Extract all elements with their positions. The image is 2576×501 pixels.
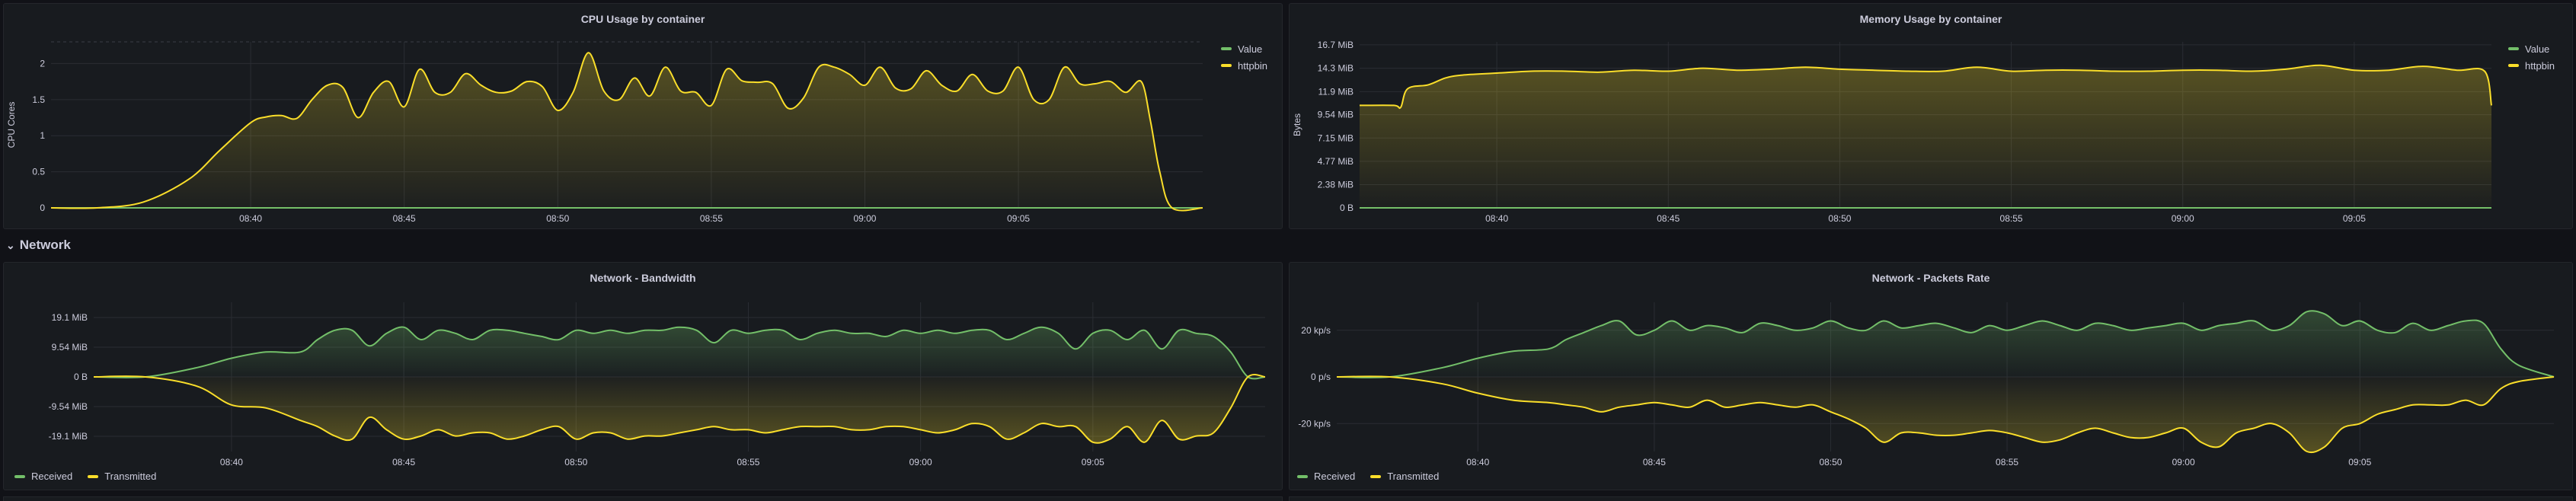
- y-tick-label: 20 kp/s: [1301, 325, 1331, 336]
- memory-usage-panel[interactable]: Memory Usage by container 0 B 2.38 MiB 4.7…: [1289, 3, 2573, 229]
- legend-label: Transmitted: [1387, 471, 1440, 482]
- legend-label: httpbin: [2525, 59, 2555, 72]
- legend-item-received[interactable]: Received: [1297, 471, 1355, 482]
- x-tick-label: 09:05: [2343, 213, 2366, 224]
- y-axis-label: Bytes: [1292, 113, 1302, 136]
- row-header-network[interactable]: ⌄ Network: [6, 238, 71, 253]
- x-tick-label: 09:05: [2348, 457, 2371, 467]
- legend-swatch: [1370, 474, 1382, 478]
- legend-swatch: [14, 474, 25, 478]
- legend-swatch: [1297, 474, 1308, 478]
- series-area-received: [94, 327, 1265, 379]
- legend-swatch: [2508, 47, 2519, 50]
- x-tick-label: 08:45: [392, 457, 415, 467]
- cpu-usage-chart: 0 0.5 1 1.5 2 08:40 08:45 08:50 08:55 09:00 09:05 C…: [6, 41, 1203, 224]
- chart-legend: Received Transmitted: [14, 471, 156, 482]
- x-tick-label: 08:40: [239, 213, 262, 224]
- y-tick-label: 0 B: [1340, 203, 1354, 213]
- x-tick-label: 08:40: [1485, 213, 1508, 224]
- y-tick-label: 16.7 MiB: [1318, 40, 1354, 50]
- series-area-transmitted: [1337, 376, 2554, 453]
- chart-legend: Value httpbin: [2508, 40, 2555, 74]
- legend-item-httpbin[interactable]: httpbin: [2508, 57, 2555, 74]
- legend-item-transmitted[interactable]: Transmitted: [1370, 471, 1439, 482]
- legend-swatch: [1221, 64, 1232, 67]
- y-tick-label: 0 B: [74, 372, 88, 382]
- y-tick-label: 2: [40, 58, 45, 69]
- memory-usage-chart: 0 B 2.38 MiB 4.77 MiB 7.15 MiB 9.54 MiB 11.9 …: [1292, 40, 2492, 224]
- legend-swatch: [88, 474, 99, 478]
- network-bandwidth-panel[interactable]: Network - Bandwidth 19.1 MiB 9.54 MiB 0 B-…: [3, 262, 1283, 490]
- x-tick-label: 08:40: [220, 457, 243, 467]
- x-tick-label: 08:50: [1828, 213, 1851, 224]
- y-tick-label: 4.77 MiB: [1318, 156, 1354, 167]
- y-tick-label: -20 kp/s: [1298, 418, 1331, 429]
- legend-label: httpbin: [1238, 59, 1268, 72]
- y-tick-label: -9.54 MiB: [49, 401, 88, 412]
- y-tick-label: 0 p/s: [1311, 372, 1331, 382]
- x-tick-label: 08:55: [1996, 457, 2018, 467]
- legend-swatch: [2508, 64, 2519, 67]
- legend-label: Value: [2525, 43, 2550, 55]
- y-tick-label: 9.54 MiB: [1318, 110, 1354, 120]
- x-tick-label: 08:40: [1466, 457, 1489, 467]
- series-area-httpbin: [1360, 65, 2491, 209]
- y-axis-label: CPU Cores: [6, 102, 17, 148]
- chevron-down-icon[interactable]: ⌄: [6, 239, 15, 252]
- chart-legend: Value httpbin: [1221, 40, 1267, 74]
- y-tick-label: -19.1 MiB: [49, 431, 88, 442]
- y-tick-label: 11.9 MiB: [1318, 86, 1354, 97]
- chart-legend: Received Transmitted: [1297, 471, 1439, 482]
- x-tick-label: 08:55: [737, 457, 759, 467]
- series-area-received: [1337, 311, 2554, 378]
- x-tick-label: 08:50: [564, 457, 587, 467]
- y-tick-label: 1.5: [32, 94, 45, 105]
- legend-label: Received: [31, 471, 73, 482]
- x-tick-label: 09:00: [853, 213, 876, 224]
- y-tick-label: 0.5: [32, 167, 45, 177]
- x-tick-label: 08:45: [1643, 457, 1666, 467]
- next-row-edge: [0, 493, 2576, 501]
- x-tick-label: 08:55: [2000, 213, 2023, 224]
- x-tick-label: 08:50: [546, 213, 569, 224]
- y-tick-label: 7.15 MiB: [1318, 132, 1354, 143]
- x-tick-label: 09:00: [2172, 213, 2194, 224]
- legend-swatch: [1221, 47, 1232, 50]
- x-tick-label: 08:45: [393, 213, 416, 224]
- y-tick-label: 2.38 MiB: [1318, 179, 1354, 190]
- network-packets-rate-chart: 20 kp/s 0 p/s -20 kp/s 08:40 08:45 08:50 08:55…: [1298, 302, 2555, 467]
- legend-label: Received: [1314, 471, 1356, 482]
- x-tick-label: 09:00: [2172, 457, 2195, 467]
- legend-item-received[interactable]: Received: [14, 471, 72, 482]
- y-tick-label: 14.3 MiB: [1318, 63, 1354, 74]
- legend-item-transmitted[interactable]: Transmitted: [88, 471, 156, 482]
- series-area-httpbin: [51, 53, 1203, 211]
- x-tick-label: 09:05: [1082, 457, 1104, 467]
- network-packets-rate-panel[interactable]: Network - Packets Rate 20 kp/s 0 p/s -20 k…: [1289, 262, 2573, 490]
- legend-label: Value: [1238, 43, 1263, 55]
- legend-item-value[interactable]: Value: [1221, 40, 1267, 57]
- x-tick-label: 08:55: [700, 213, 723, 224]
- x-tick-label: 08:45: [1657, 213, 1680, 224]
- y-tick-label: 19.1 MiB: [52, 312, 88, 323]
- row-title: Network: [19, 238, 71, 252]
- y-tick-label: 0: [40, 203, 45, 213]
- y-tick-label: 1: [40, 130, 45, 141]
- legend-label: Transmitted: [104, 471, 157, 482]
- y-tick-label: 9.54 MiB: [52, 342, 88, 353]
- legend-item-httpbin[interactable]: httpbin: [1221, 57, 1267, 74]
- network-bandwidth-chart: 19.1 MiB 9.54 MiB 0 B -9.54 MiB -19.1 MiB 08:…: [49, 302, 1266, 467]
- x-tick-label: 08:50: [1819, 457, 1842, 467]
- legend-item-value[interactable]: Value: [2508, 40, 2555, 57]
- x-tick-label: 09:05: [1007, 213, 1030, 224]
- x-tick-label: 09:00: [909, 457, 932, 467]
- cpu-usage-panel[interactable]: CPU Usage by container 0 0.5 1 1.5 2 08:40 08:…: [3, 3, 1283, 229]
